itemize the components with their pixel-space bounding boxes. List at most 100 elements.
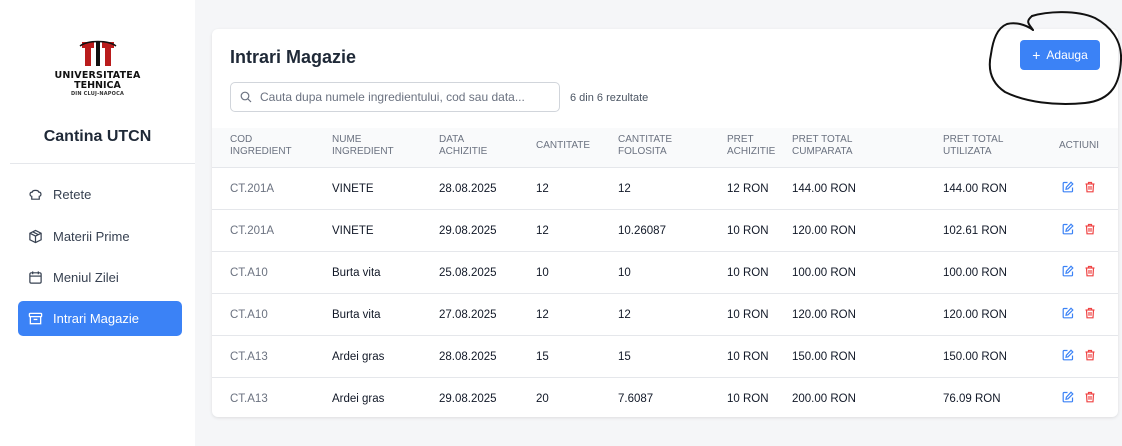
cell-cantitate: 20	[536, 393, 549, 405]
cell-pret-total-utilizata: 120.00 RON	[943, 309, 1007, 321]
sidebar-item-label: Meniul Zilei	[53, 270, 119, 285]
cell-pret-achizitie: 10 RON	[727, 351, 769, 363]
cell-data: 28.08.2025	[439, 183, 497, 195]
cell-cantitate-folosita: 7.6087	[618, 393, 654, 405]
row-actions	[1062, 307, 1096, 319]
table-row: CT.A13 Ardei gras 28.08.2025 15 15 10 RO…	[212, 336, 1118, 378]
cell-nume: Burta vita	[332, 309, 381, 321]
cell-cod: CT.201A	[230, 225, 275, 237]
cell-cod: CT.A13	[230, 351, 268, 363]
edit-icon[interactable]	[1062, 181, 1074, 193]
chef-hat-icon	[29, 189, 42, 200]
cell-pret-total-cumparata: 100.00 RON	[792, 267, 856, 279]
cell-data: 27.08.2025	[439, 309, 497, 321]
cell-cantitate-folosita: 15	[618, 351, 631, 363]
cell-cantitate: 12	[536, 183, 549, 195]
cell-pret-total-utilizata: 76.09 RON	[943, 393, 1001, 405]
sidebar-item-label: Intrari Magazie	[53, 311, 139, 326]
sidebar-item-label: Retete	[53, 187, 92, 202]
result-count: 6 din 6 rezultate	[570, 92, 649, 104]
column-header-pret-total-utilizata: PRET TOTAL UTILIZATA	[943, 134, 1004, 157]
sidebar-item-intrari-magazie[interactable]: Intrari Magazie	[18, 301, 182, 336]
column-header-pret-total-cumparata: PRET TOTAL CUMPARATA	[792, 134, 853, 157]
row-actions	[1062, 181, 1096, 193]
cell-data: 28.08.2025	[439, 351, 497, 363]
cell-pret-total-utilizata: 100.00 RON	[943, 267, 1007, 279]
column-header-cantitate: CANTITATE	[536, 140, 591, 151]
cell-pret-achizitie: 10 RON	[727, 225, 769, 237]
cell-cod: CT.A13	[230, 393, 268, 405]
table-header: COD INGREDIENT NUME INGREDIENT DATA ACHI…	[212, 128, 1118, 168]
cell-cod: CT.201A	[230, 183, 275, 195]
cell-pret-total-cumparata: 200.00 RON	[792, 393, 856, 405]
column-header-cantitate-folosita: CANTITATE FOLOSITA	[618, 134, 673, 157]
cell-nume: Burta vita	[332, 267, 381, 279]
sidebar-item-label: Materii Prime	[53, 229, 130, 244]
cell-nume: VINETE	[332, 225, 374, 237]
cell-pret-total-cumparata: 150.00 RON	[792, 351, 856, 363]
edit-icon[interactable]	[1062, 223, 1074, 235]
archive-icon	[28, 312, 43, 325]
row-actions	[1062, 265, 1096, 277]
sidebar-item-retete[interactable]: Retete	[18, 177, 182, 212]
cell-data: 29.08.2025	[439, 393, 497, 405]
column-header-data: DATA ACHIZITIE	[439, 134, 488, 157]
cell-cantitate-folosita: 10.26087	[618, 225, 666, 237]
column-header-cod: COD INGREDIENT	[230, 134, 292, 157]
table-row: CT.201A VINETE 28.08.2025 12 12 12 RON 1…	[212, 168, 1118, 210]
edit-icon[interactable]	[1062, 265, 1074, 277]
cell-cantitate: 12	[536, 225, 549, 237]
logo-text-line3: DIN CLUJ-NAPOCA	[70, 91, 125, 97]
cell-data: 25.08.2025	[439, 267, 497, 279]
table-row: CT.A10 Burta vita 27.08.2025 12 12 10 RO…	[212, 294, 1118, 336]
table-row: CT.201A VINETE 29.08.2025 12 10.26087 10…	[212, 210, 1118, 252]
cell-cod: CT.A10	[230, 309, 268, 321]
cell-pret-achizitie: 10 RON	[727, 267, 769, 279]
delete-icon[interactable]	[1084, 391, 1096, 403]
sidebar-item-materii-prime[interactable]: Materii Prime	[18, 219, 182, 254]
sidebar-item-meniul-zilei[interactable]: Meniul Zilei	[18, 260, 182, 295]
search-input[interactable]	[260, 90, 550, 104]
cell-nume: VINETE	[332, 183, 374, 195]
edit-icon[interactable]	[1062, 349, 1074, 361]
cell-pret-total-utilizata: 150.00 RON	[943, 351, 1007, 363]
cell-pret-achizitie: 10 RON	[727, 393, 769, 405]
delete-icon[interactable]	[1084, 223, 1096, 235]
delete-icon[interactable]	[1084, 265, 1096, 277]
calendar-icon	[29, 271, 42, 284]
cell-cantitate-folosita: 12	[618, 309, 631, 321]
cell-cantitate-folosita: 10	[618, 267, 631, 279]
search-box[interactable]	[230, 82, 560, 112]
logo-text-line2: TEHNICA	[74, 80, 121, 91]
app-brand: Cantina UTCN	[43, 128, 152, 145]
row-actions	[1062, 349, 1096, 361]
cell-pret-total-utilizata: 102.61 RON	[943, 225, 1007, 237]
university-logo: UNIVERSITATEA TEHNICA DIN CLUJ-NAPOCA	[0, 40, 195, 98]
delete-icon[interactable]	[1084, 349, 1096, 361]
cell-cantitate-folosita: 12	[618, 183, 631, 195]
cell-nume: Ardei gras	[332, 351, 385, 363]
cell-cantitate: 15	[536, 351, 549, 363]
edit-icon[interactable]	[1062, 307, 1074, 319]
column-header-nume: NUME INGREDIENT	[332, 134, 394, 157]
cell-pret-total-cumparata: 144.00 RON	[792, 183, 856, 195]
page-title: Intrari Magazie	[230, 47, 357, 67]
cell-pret-achizitie: 10 RON	[727, 309, 769, 321]
delete-icon[interactable]	[1084, 307, 1096, 319]
row-actions	[1062, 223, 1096, 235]
cell-cantitate: 10	[536, 267, 549, 279]
cell-cod: CT.A10	[230, 267, 268, 279]
row-actions	[1062, 391, 1096, 403]
cell-pret-total-cumparata: 120.00 RON	[792, 225, 856, 237]
inventory-card: Intrari Magazie + Adauga 6 din 6 rezulta…	[212, 29, 1118, 417]
cell-data: 29.08.2025	[439, 225, 497, 237]
hand-drawn-circle-annotation	[988, 11, 1122, 105]
delete-icon[interactable]	[1084, 181, 1096, 193]
sidebar: UNIVERSITATEA TEHNICA DIN CLUJ-NAPOCA Ca…	[0, 0, 195, 446]
package-icon	[29, 229, 42, 244]
cell-cantitate: 12	[536, 309, 549, 321]
cell-pret-total-cumparata: 120.00 RON	[792, 309, 856, 321]
edit-icon[interactable]	[1062, 391, 1074, 403]
cell-nume: Ardei gras	[332, 393, 385, 405]
search-icon	[240, 91, 252, 103]
